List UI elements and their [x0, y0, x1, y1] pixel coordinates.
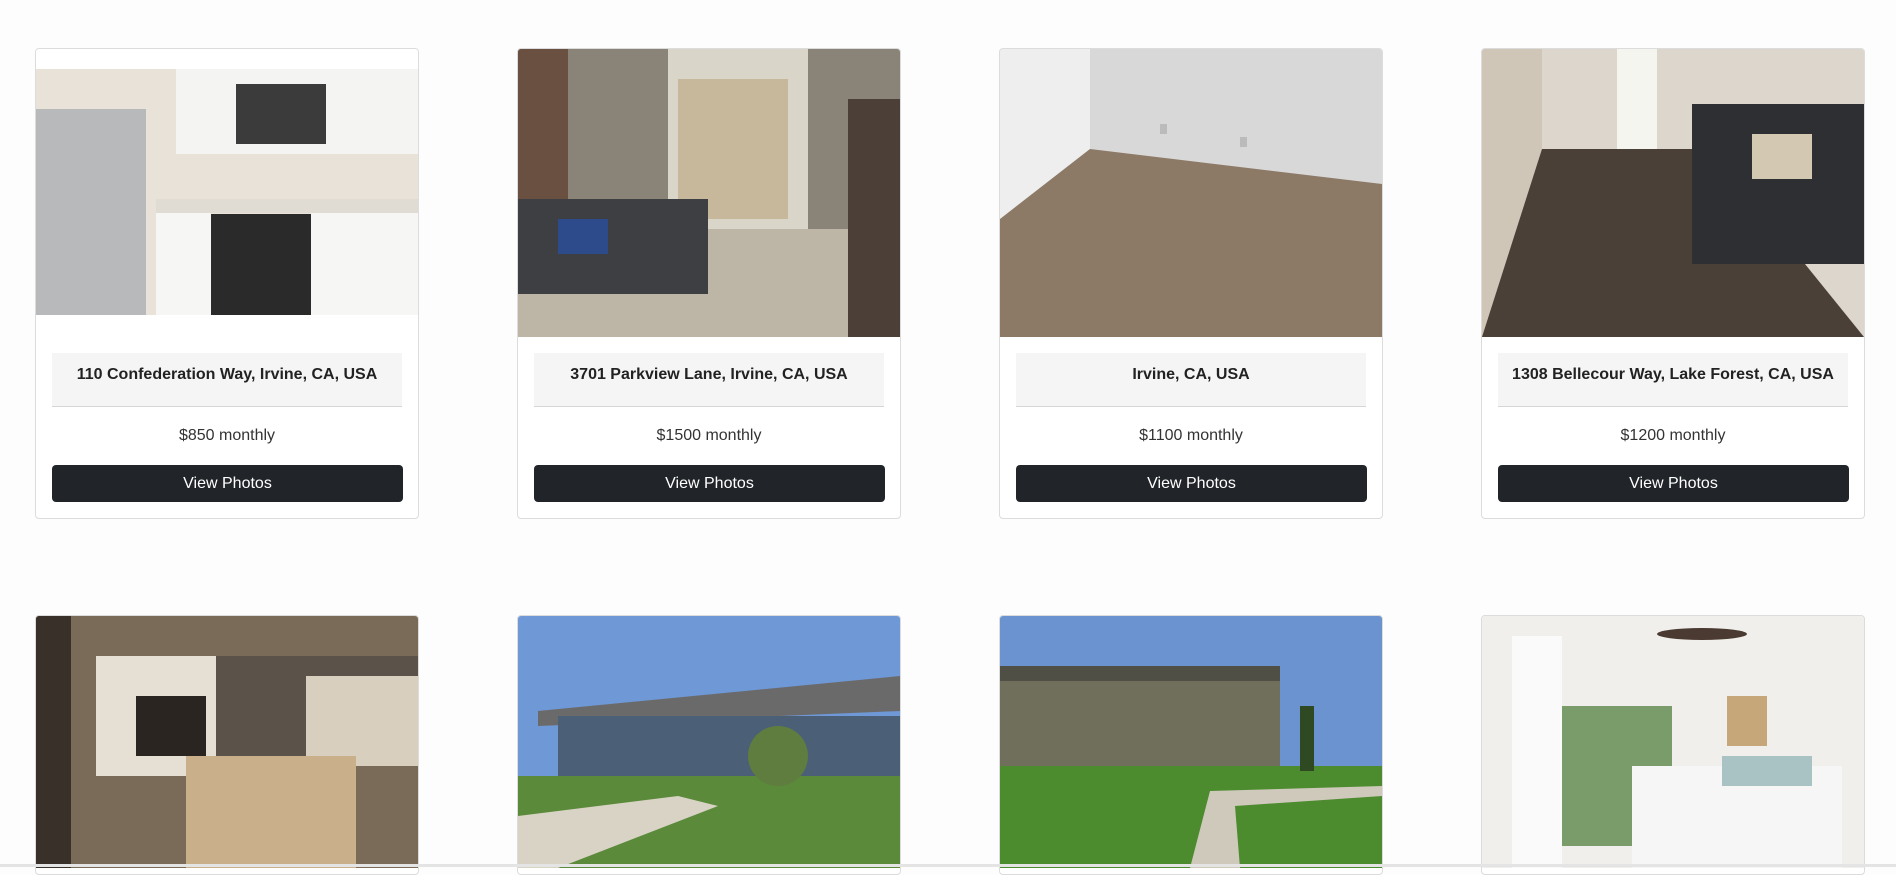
view-photos-button[interactable]: View Photos — [1016, 465, 1367, 502]
bedroom-photo[interactable] — [1482, 616, 1864, 868]
apartment-complex-photo[interactable] — [1000, 616, 1382, 868]
listing-address: 3701 Parkview Lane, Irvine, CA, USA — [534, 353, 884, 407]
listing-card: 1308 Bellecour Way, Lake Forest, CA, USA… — [1481, 48, 1865, 519]
hardwood-living-room-photo[interactable] — [1482, 49, 1864, 337]
listing-price: $1200 monthly — [1620, 427, 1726, 444]
listing-address: 110 Confederation Way, Irvine, CA, USA — [52, 353, 402, 407]
listing-price: $1100 monthly — [1139, 427, 1243, 444]
listing-card — [1481, 615, 1865, 875]
listing-card: 110 Confederation Way, Irvine, CA, USA $… — [35, 48, 419, 519]
listing-card — [517, 615, 901, 875]
blue-house-exterior-photo[interactable] — [518, 616, 900, 868]
listing-address: 1308 Bellecour Way, Lake Forest, CA, USA — [1498, 353, 1848, 407]
listing-card — [999, 615, 1383, 875]
listing-price: $1500 monthly — [656, 427, 762, 444]
view-photos-button[interactable]: View Photos — [1498, 465, 1849, 502]
listing-price: $850 monthly — [178, 427, 276, 444]
living-room-photo[interactable] — [518, 49, 900, 337]
listing-card: Irvine, CA, USA $1100 monthly View Photo… — [999, 48, 1383, 519]
fireplace-living-room-photo[interactable] — [36, 616, 418, 868]
kitchen-photo[interactable] — [36, 49, 418, 337]
view-photos-button[interactable]: View Photos — [534, 465, 885, 502]
listing-card — [35, 615, 419, 875]
empty-carpet-room-photo[interactable] — [1000, 49, 1382, 337]
view-photos-button[interactable]: View Photos — [52, 465, 403, 502]
listing-address: Irvine, CA, USA — [1016, 353, 1366, 407]
listing-card: 3701 Parkview Lane, Irvine, CA, USA $150… — [517, 48, 901, 519]
